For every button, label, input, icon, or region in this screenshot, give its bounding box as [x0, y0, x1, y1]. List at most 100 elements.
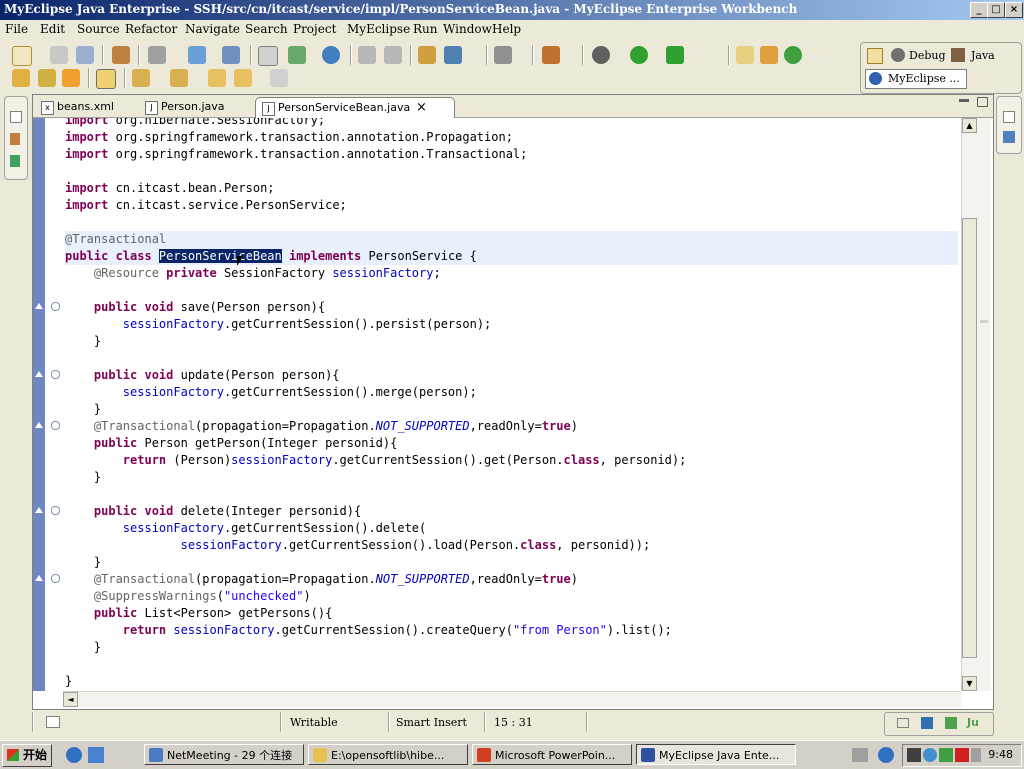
code-line[interactable]: public void delete(Integer personid){: [65, 503, 958, 520]
package-icon[interactable]: [112, 46, 130, 64]
fast-view-icon[interactable]: [46, 716, 60, 728]
code-line[interactable]: @Transactional: [65, 231, 958, 248]
fold-toggle-icon[interactable]: [51, 302, 60, 311]
minimize-button[interactable]: _: [970, 2, 988, 18]
code-line[interactable]: [65, 163, 958, 180]
vertical-scrollbar[interactable]: ▲ ▼: [961, 118, 977, 691]
forward-arrow-icon[interactable]: [270, 69, 288, 87]
tray-icon[interactable]: [907, 748, 921, 762]
scroll-left-icon[interactable]: ◄: [63, 692, 78, 707]
tab-beans-xml[interactable]: x beans.xml: [35, 97, 147, 117]
scroll-thumb[interactable]: [962, 218, 977, 658]
keyboard-icon[interactable]: [852, 748, 868, 762]
horizontal-scrollbar[interactable]: ◄: [63, 691, 961, 707]
open-folder-icon[interactable]: [12, 69, 30, 87]
code-line[interactable]: public class PersonServiceBean implement…: [65, 248, 958, 265]
code-line[interactable]: public List<Person> getPersons(){: [65, 605, 958, 622]
code-line[interactable]: @Transactional(propagation=Propagation.N…: [65, 571, 958, 588]
myeclipse-perspective[interactable]: MyEclipse ...: [865, 69, 967, 89]
code-line[interactable]: [65, 656, 958, 673]
code-line[interactable]: import org.springframework.transaction.a…: [65, 146, 958, 163]
code-line[interactable]: [65, 350, 958, 367]
menu-run[interactable]: Run: [413, 22, 438, 36]
menu-navigate[interactable]: Navigate: [185, 22, 240, 36]
code-line[interactable]: public Person getPerson(Integer personid…: [65, 435, 958, 452]
open-perspective-icon[interactable]: [867, 48, 883, 64]
globe-icon[interactable]: [322, 46, 340, 64]
code-line[interactable]: public void save(Person person){: [65, 299, 958, 316]
save-icon[interactable]: [50, 46, 68, 64]
tools-icon[interactable]: [38, 69, 56, 87]
code-line[interactable]: }: [65, 673, 958, 690]
menu-help[interactable]: Help: [492, 22, 521, 36]
code-line[interactable]: import org.springframework.transaction.a…: [65, 129, 958, 146]
next-annotation-icon[interactable]: [132, 69, 150, 87]
back-arrow-icon[interactable]: [234, 69, 252, 87]
wizard-icon[interactable]: [188, 46, 206, 64]
restore-icon[interactable]: [897, 718, 909, 728]
scroll-up-icon[interactable]: ▲: [962, 118, 977, 133]
code-line[interactable]: sessionFactory.getCurrentSession().delet…: [65, 520, 958, 537]
disabled-tool-icon[interactable]: [358, 46, 376, 64]
new-web-project-icon[interactable]: [288, 46, 306, 64]
code-line[interactable]: [65, 214, 958, 231]
menu-refactor[interactable]: Refactor: [125, 22, 177, 36]
console-icon[interactable]: [921, 717, 933, 729]
last-edit-icon[interactable]: [208, 69, 226, 87]
print-icon[interactable]: [76, 46, 94, 64]
refresh-icon[interactable]: [784, 46, 802, 64]
ie-icon[interactable]: [66, 747, 82, 763]
new-icon[interactable]: [12, 46, 32, 66]
server-icon[interactable]: [148, 46, 166, 64]
task-explorer-folder[interactable]: E:\opensoftlib\hibe...: [308, 744, 468, 765]
code-line[interactable]: }: [65, 469, 958, 486]
new-element-icon[interactable]: [760, 46, 778, 64]
package-explorer-icon[interactable]: [10, 133, 20, 145]
code-area[interactable]: import org.hibernate.SessionFactory; impo…: [63, 118, 960, 691]
new-class-icon[interactable]: [418, 46, 436, 64]
restore-icon[interactable]: [10, 111, 22, 123]
task-netmeeting[interactable]: NetMeeting - 29 个连接: [144, 744, 304, 765]
tab-personservicebean-java[interactable]: J PersonServiceBean.java ×: [255, 97, 455, 118]
menu-project[interactable]: Project: [293, 22, 336, 36]
run-icon[interactable]: [630, 46, 648, 64]
open-type-icon[interactable]: [494, 46, 512, 64]
menu-window[interactable]: Window: [443, 22, 492, 36]
network-icon[interactable]: [923, 748, 937, 762]
code-line[interactable]: @Resource private SessionFactory session…: [65, 265, 958, 282]
menu-myeclipse[interactable]: MyEclipse: [347, 22, 410, 36]
maximize-button[interactable]: □: [987, 2, 1005, 18]
open-file-icon[interactable]: [258, 46, 278, 66]
flashget-icon[interactable]: [955, 748, 969, 762]
ant-icon[interactable]: [542, 46, 560, 64]
code-line[interactable]: import cn.itcast.service.PersonService;: [65, 197, 958, 214]
fold-toggle-icon[interactable]: [51, 574, 60, 583]
outline-icon[interactable]: [1003, 131, 1015, 143]
menu-search[interactable]: Search: [245, 22, 288, 36]
code-line[interactable]: }: [65, 639, 958, 656]
restore-icon[interactable]: [1003, 111, 1015, 123]
title-bar[interactable]: MyEclipse Java Enterprise - SSH/src/cn/i…: [0, 0, 1024, 20]
hierarchy-icon[interactable]: [10, 155, 20, 167]
java-perspective[interactable]: Java: [971, 49, 995, 62]
code-line[interactable]: [65, 486, 958, 503]
bookmark-icon[interactable]: [62, 69, 80, 87]
code-line[interactable]: public void update(Person person){: [65, 367, 958, 384]
previous-annotation-icon[interactable]: [170, 69, 188, 87]
outlook-icon[interactable]: [88, 747, 104, 763]
volume-icon[interactable]: [971, 748, 981, 762]
code-line[interactable]: return sessionFactory.getCurrentSession(…: [65, 622, 958, 639]
close-button[interactable]: ×: [1005, 2, 1023, 18]
servers-icon[interactable]: [945, 717, 957, 729]
close-tab-icon[interactable]: ×: [416, 98, 427, 118]
fold-toggle-icon[interactable]: [51, 506, 60, 515]
code-line[interactable]: }: [65, 333, 958, 350]
deploy-icon[interactable]: [222, 46, 240, 64]
code-line[interactable]: sessionFactory.getCurrentSession().merge…: [65, 384, 958, 401]
minimize-editor-icon[interactable]: [959, 99, 969, 102]
start-button[interactable]: 开始: [2, 744, 52, 767]
run-external-icon[interactable]: [666, 46, 684, 64]
code-line[interactable]: sessionFactory.getCurrentSession().persi…: [65, 316, 958, 333]
highlight-icon[interactable]: [96, 69, 116, 89]
code-line[interactable]: @Transactional(propagation=Propagation.N…: [65, 418, 958, 435]
